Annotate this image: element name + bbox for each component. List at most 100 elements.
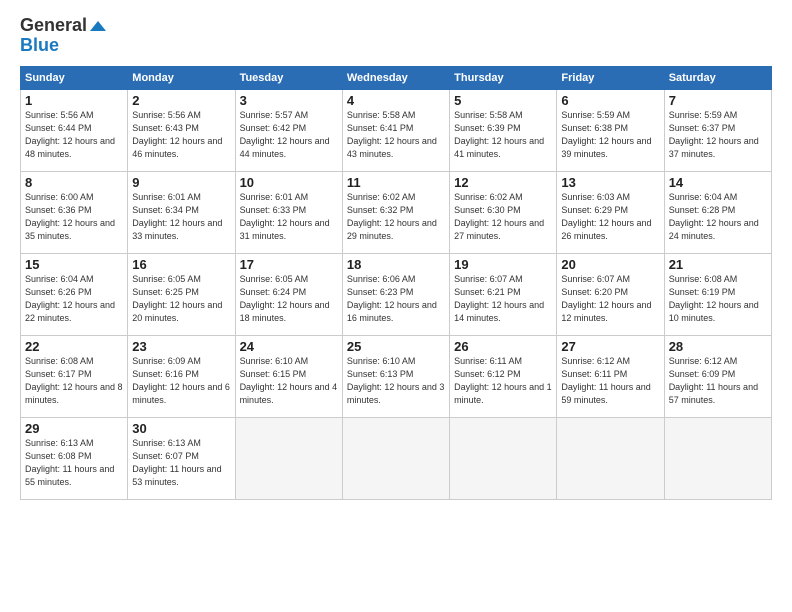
calendar-cell: 30 Sunrise: 6:13 AM Sunset: 6:07 PM Dayl…: [128, 417, 235, 499]
day-number: 18: [347, 257, 445, 272]
day-number: 8: [25, 175, 123, 190]
day-info: Sunrise: 5:57 AM Sunset: 6:42 PM Dayligh…: [240, 109, 338, 161]
day-number: 9: [132, 175, 230, 190]
calendar-cell: 5 Sunrise: 5:58 AM Sunset: 6:39 PM Dayli…: [450, 89, 557, 171]
calendar-cell: 9 Sunrise: 6:01 AM Sunset: 6:34 PM Dayli…: [128, 171, 235, 253]
day-info: Sunrise: 6:12 AM Sunset: 6:11 PM Dayligh…: [561, 355, 659, 407]
day-number: 11: [347, 175, 445, 190]
day-info: Sunrise: 5:59 AM Sunset: 6:38 PM Dayligh…: [561, 109, 659, 161]
calendar-cell: 26 Sunrise: 6:11 AM Sunset: 6:12 PM Dayl…: [450, 335, 557, 417]
calendar-cell: [557, 417, 664, 499]
calendar-cell: 1 Sunrise: 5:56 AM Sunset: 6:44 PM Dayli…: [21, 89, 128, 171]
day-info: Sunrise: 6:12 AM Sunset: 6:09 PM Dayligh…: [669, 355, 767, 407]
day-header-thursday: Thursday: [450, 66, 557, 89]
calendar-cell: [664, 417, 771, 499]
calendar-cell: 15 Sunrise: 6:04 AM Sunset: 6:26 PM Dayl…: [21, 253, 128, 335]
day-number: 24: [240, 339, 338, 354]
calendar: SundayMondayTuesdayWednesdayThursdayFrid…: [20, 66, 772, 500]
logo-general: General: [20, 16, 106, 36]
day-number: 25: [347, 339, 445, 354]
calendar-cell: 28 Sunrise: 6:12 AM Sunset: 6:09 PM Dayl…: [664, 335, 771, 417]
day-number: 1: [25, 93, 123, 108]
logo: General Blue: [20, 16, 106, 56]
calendar-cell: 27 Sunrise: 6:12 AM Sunset: 6:11 PM Dayl…: [557, 335, 664, 417]
day-info: Sunrise: 5:56 AM Sunset: 6:43 PM Dayligh…: [132, 109, 230, 161]
day-number: 27: [561, 339, 659, 354]
day-info: Sunrise: 6:04 AM Sunset: 6:28 PM Dayligh…: [669, 191, 767, 243]
calendar-cell: 25 Sunrise: 6:10 AM Sunset: 6:13 PM Dayl…: [342, 335, 449, 417]
day-number: 13: [561, 175, 659, 190]
day-number: 14: [669, 175, 767, 190]
day-info: Sunrise: 5:58 AM Sunset: 6:39 PM Dayligh…: [454, 109, 552, 161]
day-header-saturday: Saturday: [664, 66, 771, 89]
day-number: 7: [669, 93, 767, 108]
calendar-cell: 20 Sunrise: 6:07 AM Sunset: 6:20 PM Dayl…: [557, 253, 664, 335]
calendar-cell: 4 Sunrise: 5:58 AM Sunset: 6:41 PM Dayli…: [342, 89, 449, 171]
calendar-cell: 22 Sunrise: 6:08 AM Sunset: 6:17 PM Dayl…: [21, 335, 128, 417]
day-info: Sunrise: 5:58 AM Sunset: 6:41 PM Dayligh…: [347, 109, 445, 161]
day-info: Sunrise: 6:01 AM Sunset: 6:34 PM Dayligh…: [132, 191, 230, 243]
calendar-cell: 10 Sunrise: 6:01 AM Sunset: 6:33 PM Dayl…: [235, 171, 342, 253]
day-number: 20: [561, 257, 659, 272]
day-info: Sunrise: 6:03 AM Sunset: 6:29 PM Dayligh…: [561, 191, 659, 243]
day-number: 29: [25, 421, 123, 436]
calendar-cell: 24 Sunrise: 6:10 AM Sunset: 6:15 PM Dayl…: [235, 335, 342, 417]
day-info: Sunrise: 5:59 AM Sunset: 6:37 PM Dayligh…: [669, 109, 767, 161]
calendar-cell: 17 Sunrise: 6:05 AM Sunset: 6:24 PM Dayl…: [235, 253, 342, 335]
day-header-monday: Monday: [128, 66, 235, 89]
day-number: 26: [454, 339, 552, 354]
day-number: 4: [347, 93, 445, 108]
day-info: Sunrise: 6:05 AM Sunset: 6:24 PM Dayligh…: [240, 273, 338, 325]
logo-blue: Blue: [20, 36, 106, 56]
calendar-cell: [450, 417, 557, 499]
day-number: 10: [240, 175, 338, 190]
day-info: Sunrise: 6:01 AM Sunset: 6:33 PM Dayligh…: [240, 191, 338, 243]
calendar-cell: 7 Sunrise: 5:59 AM Sunset: 6:37 PM Dayli…: [664, 89, 771, 171]
day-number: 15: [25, 257, 123, 272]
calendar-cell: 3 Sunrise: 5:57 AM Sunset: 6:42 PM Dayli…: [235, 89, 342, 171]
calendar-cell: 18 Sunrise: 6:06 AM Sunset: 6:23 PM Dayl…: [342, 253, 449, 335]
day-number: 16: [132, 257, 230, 272]
day-info: Sunrise: 6:06 AM Sunset: 6:23 PM Dayligh…: [347, 273, 445, 325]
day-info: Sunrise: 6:02 AM Sunset: 6:30 PM Dayligh…: [454, 191, 552, 243]
day-info: Sunrise: 6:07 AM Sunset: 6:20 PM Dayligh…: [561, 273, 659, 325]
day-info: Sunrise: 6:04 AM Sunset: 6:26 PM Dayligh…: [25, 273, 123, 325]
calendar-cell: 12 Sunrise: 6:02 AM Sunset: 6:30 PM Dayl…: [450, 171, 557, 253]
calendar-cell: 23 Sunrise: 6:09 AM Sunset: 6:16 PM Dayl…: [128, 335, 235, 417]
day-info: Sunrise: 5:56 AM Sunset: 6:44 PM Dayligh…: [25, 109, 123, 161]
day-info: Sunrise: 6:11 AM Sunset: 6:12 PM Dayligh…: [454, 355, 552, 407]
day-info: Sunrise: 6:13 AM Sunset: 6:08 PM Dayligh…: [25, 437, 123, 489]
day-number: 3: [240, 93, 338, 108]
calendar-cell: 16 Sunrise: 6:05 AM Sunset: 6:25 PM Dayl…: [128, 253, 235, 335]
calendar-cell: 13 Sunrise: 6:03 AM Sunset: 6:29 PM Dayl…: [557, 171, 664, 253]
calendar-cell: 11 Sunrise: 6:02 AM Sunset: 6:32 PM Dayl…: [342, 171, 449, 253]
day-info: Sunrise: 6:13 AM Sunset: 6:07 PM Dayligh…: [132, 437, 230, 489]
day-header-sunday: Sunday: [21, 66, 128, 89]
day-number: 12: [454, 175, 552, 190]
calendar-cell: 19 Sunrise: 6:07 AM Sunset: 6:21 PM Dayl…: [450, 253, 557, 335]
calendar-cell: [342, 417, 449, 499]
header: General Blue: [20, 16, 772, 56]
day-number: 5: [454, 93, 552, 108]
day-number: 23: [132, 339, 230, 354]
day-number: 2: [132, 93, 230, 108]
day-number: 21: [669, 257, 767, 272]
day-number: 6: [561, 93, 659, 108]
day-number: 22: [25, 339, 123, 354]
day-info: Sunrise: 6:10 AM Sunset: 6:15 PM Dayligh…: [240, 355, 338, 407]
day-number: 28: [669, 339, 767, 354]
calendar-cell: 29 Sunrise: 6:13 AM Sunset: 6:08 PM Dayl…: [21, 417, 128, 499]
calendar-cell: 2 Sunrise: 5:56 AM Sunset: 6:43 PM Dayli…: [128, 89, 235, 171]
page: General Blue SundayMondayTuesdayWednesda…: [0, 0, 792, 612]
calendar-cell: 14 Sunrise: 6:04 AM Sunset: 6:28 PM Dayl…: [664, 171, 771, 253]
calendar-cell: 6 Sunrise: 5:59 AM Sunset: 6:38 PM Dayli…: [557, 89, 664, 171]
day-number: 19: [454, 257, 552, 272]
day-info: Sunrise: 6:02 AM Sunset: 6:32 PM Dayligh…: [347, 191, 445, 243]
day-header-tuesday: Tuesday: [235, 66, 342, 89]
calendar-cell: [235, 417, 342, 499]
calendar-cell: 21 Sunrise: 6:08 AM Sunset: 6:19 PM Dayl…: [664, 253, 771, 335]
day-info: Sunrise: 6:08 AM Sunset: 6:17 PM Dayligh…: [25, 355, 123, 407]
day-info: Sunrise: 6:00 AM Sunset: 6:36 PM Dayligh…: [25, 191, 123, 243]
day-number: 30: [132, 421, 230, 436]
day-info: Sunrise: 6:07 AM Sunset: 6:21 PM Dayligh…: [454, 273, 552, 325]
